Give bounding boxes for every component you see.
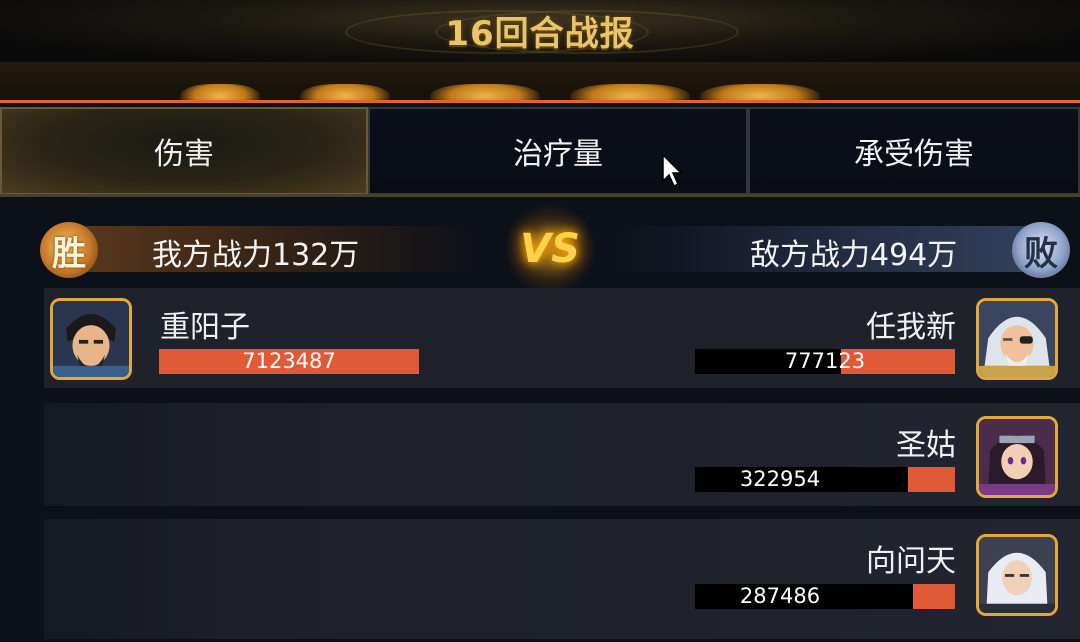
ally-power-text: 我方战力132万 xyxy=(152,238,360,273)
avatar-xiangwentian[interactable] xyxy=(976,534,1058,616)
damage-value: 322954 xyxy=(739,467,821,491)
damage-bar-fill xyxy=(908,467,955,492)
power-comparison: 胜 我方战力132万 VS 敌方战力494万 败 xyxy=(0,204,1080,294)
damage-value: 7123487 xyxy=(242,349,336,373)
tab-damage-taken[interactable]: 承受伤害 xyxy=(748,107,1080,195)
enemy-power-text: 敌方战力494万 xyxy=(750,238,958,273)
tab-damage[interactable]: 伤害 xyxy=(0,107,368,195)
enemy-hero-name: 向问天 xyxy=(866,544,956,579)
mouse-cursor-icon xyxy=(662,154,683,188)
tab-healing[interactable]: 治疗量 xyxy=(368,107,748,195)
victory-badge-icon: 胜 xyxy=(40,222,98,278)
vs-icon: VS xyxy=(502,204,598,294)
avatar-shenggu[interactable] xyxy=(976,416,1058,498)
damage-value: 777123 xyxy=(784,349,866,373)
damage-bar: 7123487 xyxy=(159,349,419,374)
damage-bar: 777123 xyxy=(695,349,955,374)
tab-underline xyxy=(0,194,1080,197)
enemy-hero-name: 圣姑 xyxy=(896,428,956,463)
battle-report-title: 16回合战报 xyxy=(445,14,635,54)
title-bar: 16回合战报 xyxy=(0,0,1080,62)
victory-banner-glow xyxy=(0,62,1080,104)
avatar-chongyangzi[interactable] xyxy=(50,298,132,380)
avatar-renwoxin[interactable] xyxy=(976,298,1058,380)
enemy-hero-name: 任我新 xyxy=(866,310,956,345)
damage-bar: 287486 xyxy=(695,584,955,609)
damage-bar-fill xyxy=(913,584,955,609)
damage-value: 287486 xyxy=(739,584,821,608)
damage-bar: 322954 xyxy=(695,467,955,492)
ally-hero-name: 重阳子 xyxy=(160,310,250,345)
defeat-badge-icon: 败 xyxy=(1012,222,1070,278)
